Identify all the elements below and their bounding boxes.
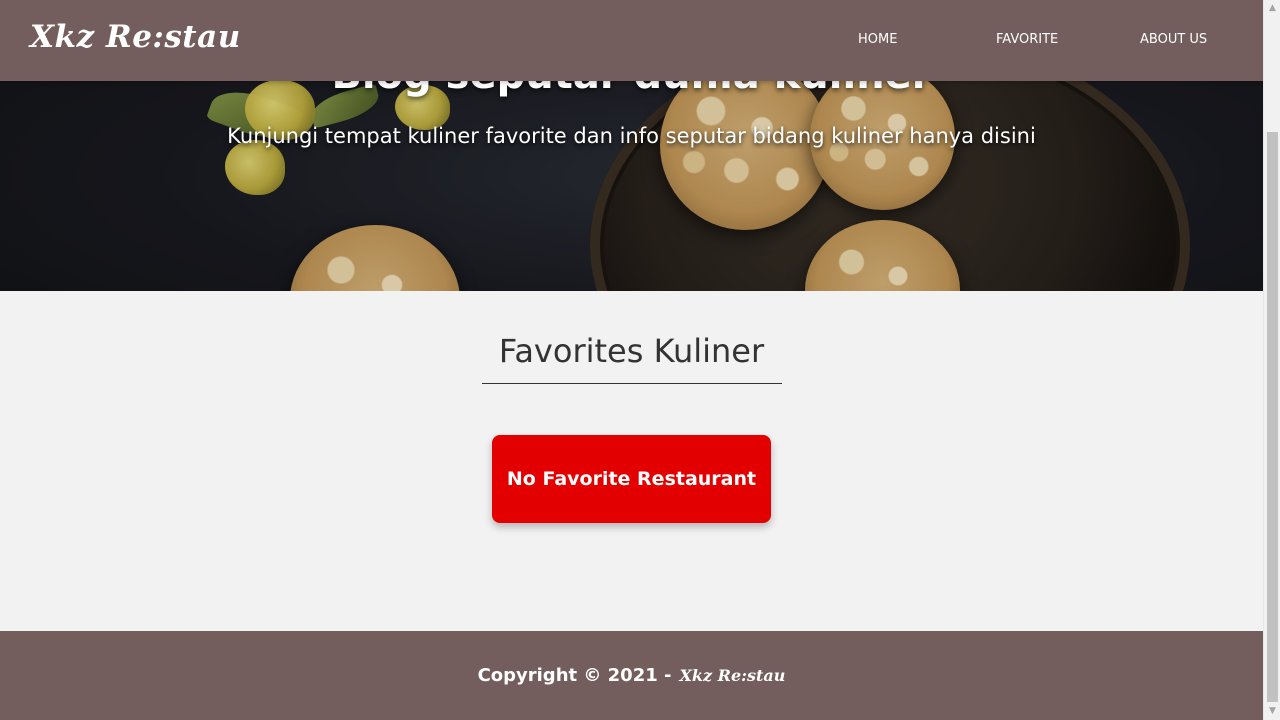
page-viewport: Blog seputar dunia kuliner Kunjungi temp… [0,0,1263,720]
page-footer: Copyright © 2021 - Xkz Re:stau [0,631,1263,720]
footer-copyright: Copyright © 2021 - [477,665,672,686]
nav-link-favorite[interactable]: FAVORITE [996,32,1058,47]
vertical-scrollbar[interactable]: ▲ ▼ [1263,0,1280,720]
triangle-up-icon[interactable]: ▲ [1264,0,1280,17]
title-underline [482,383,782,384]
empty-favorites-message: No Favorite Restaurant [506,468,757,490]
triangle-down-icon[interactable]: ▼ [1264,703,1280,720]
scrollbar-thumb[interactable] [1267,132,1278,702]
top-navbar: Xkz Re:stau HOME FAVORITE ABOUT US [0,0,1263,81]
empty-favorites-notice: No Favorite Restaurant [492,435,771,523]
hero-subtitle: Kunjungi tempat kuliner favorite dan inf… [227,124,1036,148]
nav-link-home[interactable]: HOME [858,32,897,47]
nav-link-about-us[interactable]: ABOUT US [1140,32,1207,47]
brand-logo[interactable]: Xkz Re:stau [30,19,241,55]
footer-brand: Xkz Re:stau [679,666,786,685]
favorites-section-title: Favorites Kuliner [498,332,765,370]
